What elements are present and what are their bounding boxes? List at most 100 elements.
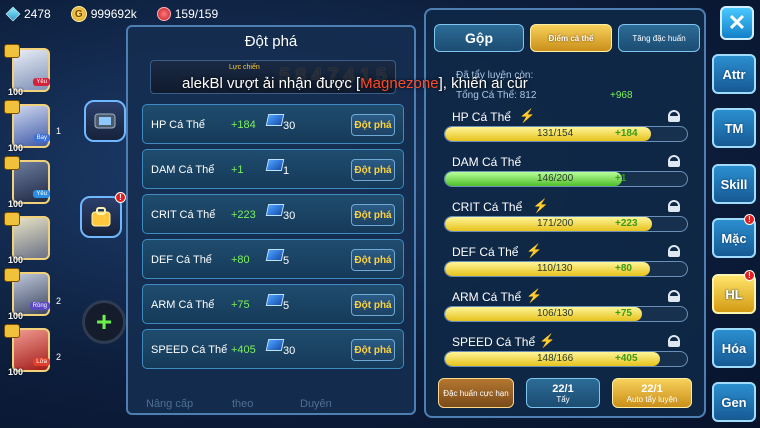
tab-merge[interactable]: Gộp [434, 24, 524, 52]
cost-value: 30 [283, 210, 296, 222]
stat-bar-row: ARM Cá Thể ⚡ 106/130 +75 [444, 288, 690, 334]
gold-counter: G 999692k [70, 6, 137, 22]
alert-badge: ! [115, 192, 126, 203]
bag-button[interactable]: ! [80, 192, 126, 238]
stat-bar-row: DEF Cá Thể ⚡ 110/130 +80 [444, 243, 690, 289]
progress-value: 131/154 [537, 128, 574, 139]
team-slot[interactable]: 100 [4, 212, 50, 265]
breakthrough-button[interactable]: Đột phá [351, 204, 395, 226]
slot-count: 2 [56, 352, 62, 362]
stat-bar-row: SPEED Cá Thể ⚡ 148/166 +405 [444, 333, 690, 379]
tab-special-training[interactable]: Tăng đặc huấn [618, 24, 700, 52]
team-slot[interactable]: Rồng 100 [4, 268, 50, 321]
side-nav-gen[interactable]: Gen [712, 382, 756, 422]
auto-reroll-count: 22/1 [641, 382, 663, 395]
nav-upgrade[interactable]: Nâng cấp [146, 398, 193, 410]
rank-icon [4, 44, 20, 58]
progress-bar: 106/130 +75 [444, 306, 688, 322]
progress-bar: 148/166 +405 [444, 351, 688, 367]
resource-bar: 2478 G 999692k 159/159 [5, 4, 232, 24]
nav-bond[interactable]: Duyên [300, 398, 332, 410]
progress-value: 171/200 [537, 218, 574, 229]
side-nav-tm[interactable]: TM [712, 108, 756, 148]
slot-count: 2 [56, 296, 62, 306]
book-icon [265, 159, 285, 171]
reroll-button[interactable]: 22/1 Tẩy [526, 378, 600, 408]
lock-icon[interactable] [668, 245, 680, 257]
progress-value: 148/166 [537, 353, 574, 364]
alert-badge: ! [744, 214, 755, 225]
stat-bonus: +80 [231, 254, 250, 266]
progress-bar: 146/200 +1 [444, 171, 688, 187]
team-slot[interactable]: Yêu 100 [4, 44, 50, 97]
breakthrough-row: SPEED Cá Thể +405 30 Đột phá [142, 329, 404, 369]
stat-name: ARM Cá Thể [151, 299, 215, 311]
item-slot-button[interactable] [84, 100, 126, 142]
lock-icon[interactable] [668, 110, 680, 122]
rank-icon [4, 212, 20, 226]
stat-bar-row: DAM Cá Thể 146/200 +1 [444, 155, 690, 199]
stamina-counter: 159/159 [156, 7, 219, 21]
lock-icon[interactable] [668, 200, 680, 212]
auto-reroll-label: Auto tẩy luyện [626, 394, 678, 404]
stat-bonus: +223 [231, 209, 256, 221]
progress-bar: 171/200 +223 [444, 216, 688, 232]
cost-value: 5 [283, 255, 290, 267]
breakthrough-button[interactable]: Đột phá [351, 114, 395, 136]
breakthrough-button[interactable]: Đột phá [351, 294, 395, 316]
lock-icon[interactable] [668, 290, 680, 302]
plus-icon: + [95, 306, 113, 337]
progress-bonus: +405 [615, 353, 638, 364]
stat-bonus: +405 [231, 344, 256, 356]
extreme-training-button[interactable]: Đặc huấn cực hạn [438, 378, 514, 408]
gems-counter: 2478 [5, 6, 51, 22]
add-button[interactable]: + [82, 300, 126, 344]
rank-icon [4, 156, 20, 170]
total-bonus: +968 [610, 90, 633, 101]
rank-icon [4, 268, 20, 282]
side-nav-hoa[interactable]: Hóa [712, 328, 756, 368]
tab-individual-points[interactable]: Điểm cá thể [530, 24, 612, 52]
nav-follow[interactable]: theo [232, 398, 253, 410]
gems-value: 2478 [24, 7, 51, 21]
rank-icon [4, 100, 20, 114]
book-icon [265, 294, 285, 306]
breakthrough-button[interactable]: Đột phá [351, 159, 395, 181]
announcement-ticker: alekBl vượt ải nhận được [Magnezone], kh… [182, 75, 528, 92]
stat-name: DEF Cá Thể [151, 254, 212, 266]
team-slot[interactable]: Lửa 100 [4, 324, 50, 377]
type-tag: Lửa [33, 358, 50, 366]
lightning-icon: ⚡ [526, 243, 543, 258]
auto-reroll-button[interactable]: 22/1 Auto tẩy luyện [612, 378, 692, 408]
progress-bonus: +80 [615, 263, 632, 274]
lightning-icon: ⚡ [532, 198, 549, 213]
team-slot[interactable]: Bay 100 [4, 100, 50, 153]
type-tag: Rồng [29, 302, 50, 310]
stamina-value: 159/159 [174, 7, 219, 21]
gold-value: 999692k [90, 7, 137, 21]
item-icon [94, 113, 116, 129]
stat-name: HP Cá Thể [151, 119, 206, 131]
team-slot[interactable]: Yêu 100 [4, 156, 50, 209]
close-button[interactable]: ✕ [720, 6, 754, 40]
lightning-icon: ⚡ [519, 108, 536, 123]
stat-name: SPEED Cá Thể [151, 344, 228, 356]
gem-icon [5, 6, 21, 22]
lock-icon[interactable] [668, 155, 680, 167]
power-label: Lực chiến [229, 64, 260, 71]
book-icon [265, 114, 285, 126]
breakthrough-button[interactable]: Đột phá [351, 339, 395, 361]
announcement-item: Magnezone [360, 75, 439, 92]
reroll-label: Tẩy [556, 394, 570, 404]
side-nav-attr[interactable]: Attr [712, 54, 756, 94]
type-tag: Bay [33, 134, 50, 142]
level-label: 100 [8, 87, 24, 97]
breakthrough-button[interactable]: Đột phá [351, 249, 395, 271]
alert-badge: ! [744, 270, 755, 281]
lock-icon[interactable] [668, 335, 680, 347]
individual-stats-panel: Gộp Điểm cá thể Tăng đặc huấn Đã tẩy luy… [424, 8, 706, 418]
progress-bonus: +184 [615, 128, 638, 139]
side-nav-skill[interactable]: Skill [712, 164, 756, 204]
stat-name: SPEED Cá Thể [452, 335, 536, 349]
progress-fill [445, 172, 622, 186]
